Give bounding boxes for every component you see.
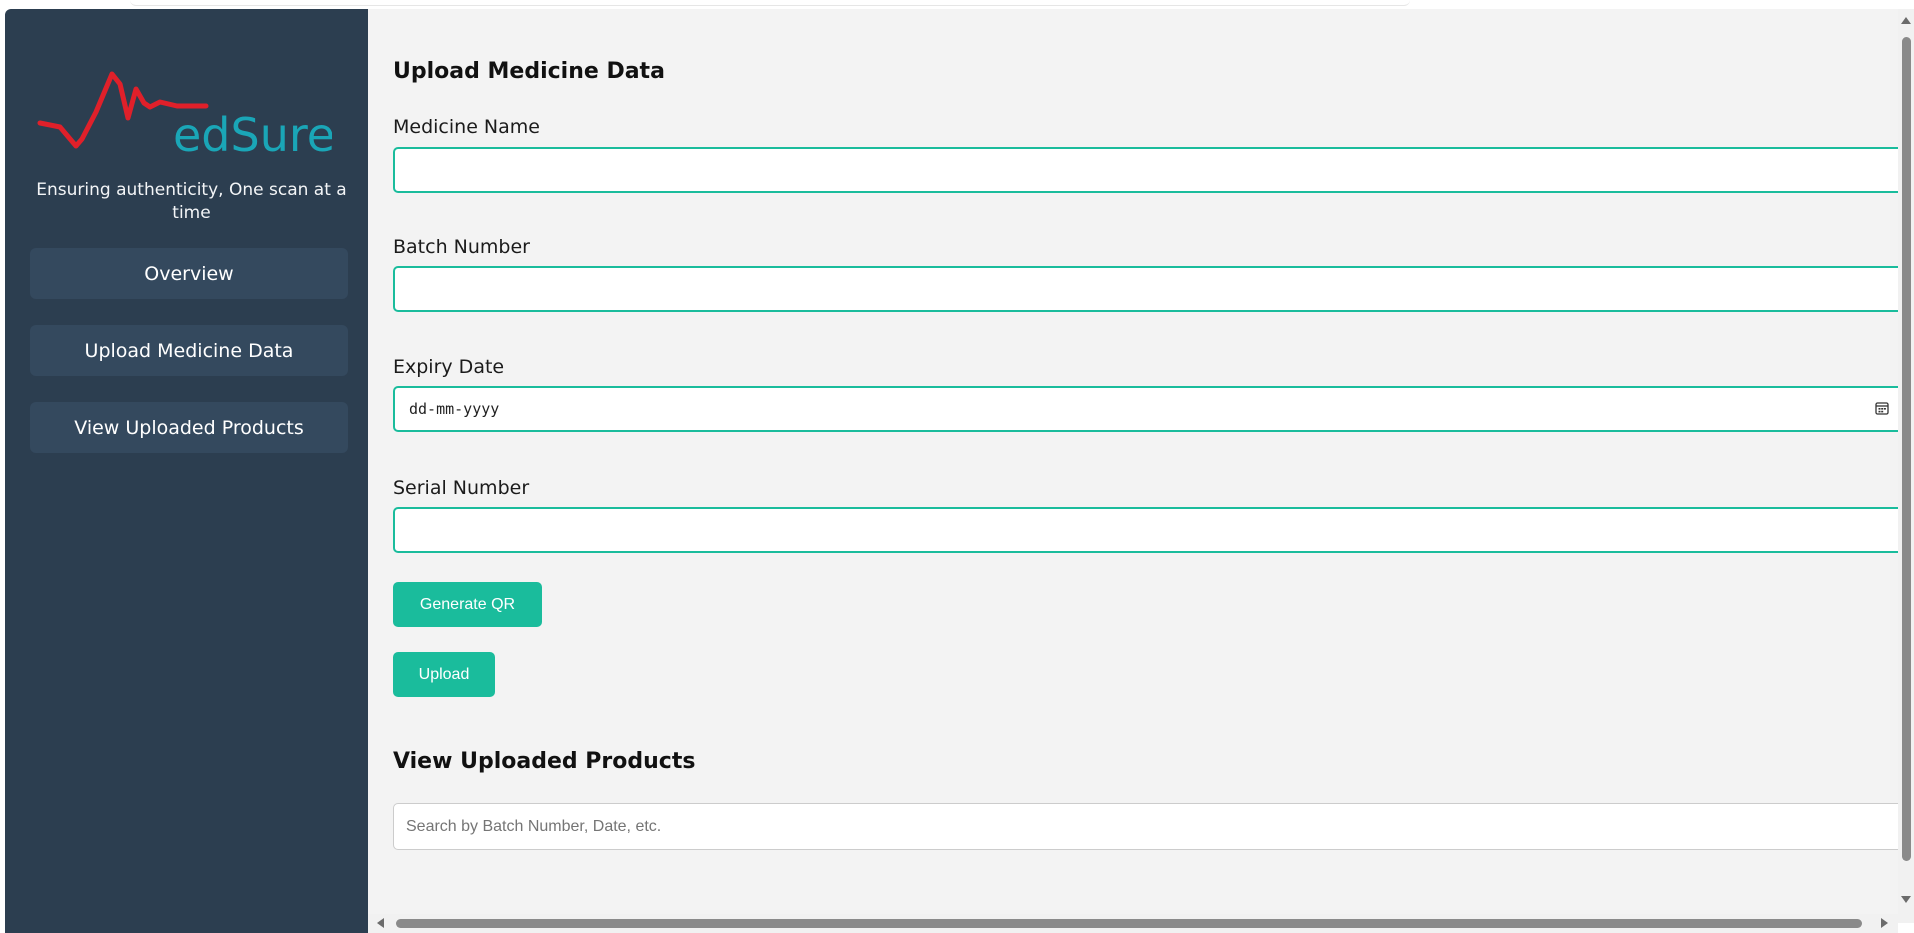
products-search-input[interactable]: Search by Batch Number, Date, etc.	[393, 803, 1898, 850]
serial-number-label: Serial Number	[393, 477, 530, 499]
medsure-logo: edSure	[32, 39, 335, 162]
sidebar-item-upload-medicine-data[interactable]: Upload Medicine Data	[30, 325, 348, 376]
sidebar-item-overview[interactable]: Overview	[30, 248, 348, 299]
browser-top-strip	[0, 0, 1914, 9]
scroll-down-arrow-icon[interactable]	[1901, 896, 1911, 903]
scroll-left-arrow-icon[interactable]	[377, 918, 384, 928]
calendar-icon[interactable]	[1875, 401, 1889, 415]
main-content: Upload Medicine Data Medicine Name Batch…	[368, 9, 1898, 923]
sidebar: edSure Ensuring authenticity, One scan a…	[5, 9, 368, 933]
svg-text:edSure: edSure	[173, 108, 332, 159]
upload-section-title: Upload Medicine Data	[393, 59, 665, 84]
medicine-name-label: Medicine Name	[393, 116, 540, 138]
medicine-name-input[interactable]	[393, 147, 1898, 193]
scroll-right-arrow-icon[interactable]	[1881, 918, 1888, 928]
expiry-date-input[interactable]: dd-mm-yyyy	[393, 386, 1898, 432]
sidebar-item-view-uploaded-products[interactable]: View Uploaded Products	[30, 402, 348, 453]
browser-top-edge	[130, 0, 1410, 6]
tagline: Ensuring authenticity, One scan at a tim…	[36, 180, 347, 223]
upload-button[interactable]: Upload	[393, 652, 495, 697]
serial-number-input[interactable]	[393, 507, 1898, 553]
products-section-title: View Uploaded Products	[393, 749, 696, 774]
vertical-scroll-thumb[interactable]	[1902, 37, 1911, 861]
scroll-up-arrow-icon[interactable]	[1901, 17, 1911, 24]
expiry-date-value: dd-mm-yyyy	[409, 400, 500, 418]
pulse-logo-icon: edSure	[37, 71, 335, 162]
horizontal-scroll-thumb[interactable]	[396, 919, 1862, 928]
expiry-date-label: Expiry Date	[393, 356, 505, 378]
batch-number-label: Batch Number	[393, 236, 530, 258]
batch-number-input[interactable]	[393, 266, 1898, 312]
horizontal-scrollbar[interactable]	[368, 914, 1898, 933]
vertical-scrollbar[interactable]	[1898, 9, 1914, 923]
generate-qr-button[interactable]: Generate QR	[393, 582, 542, 627]
